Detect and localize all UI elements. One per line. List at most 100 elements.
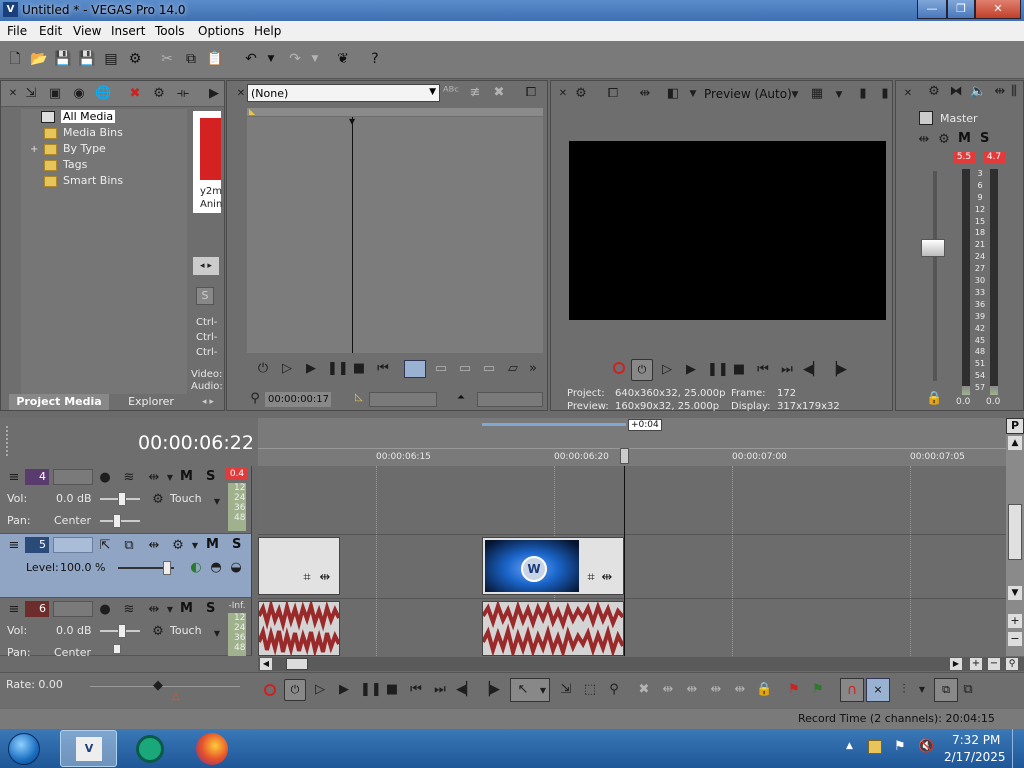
abc-icon[interactable]: ᴬᴮᶜ	[443, 85, 459, 101]
rate-handle-icon[interactable]: ◆	[150, 678, 166, 694]
vol-slider-handle[interactable]	[118, 624, 126, 638]
loop-icon[interactable]: ⏻	[631, 359, 653, 381]
fx-icon[interactable]: ⇹	[146, 470, 162, 486]
layout-icon[interactable]: ⫼	[1006, 84, 1022, 100]
fx-icon[interactable]: ⇹	[146, 602, 162, 618]
h-zoom-in-icon[interactable]: +	[970, 658, 982, 670]
pause-icon[interactable]: ❚❚	[707, 362, 729, 378]
master-fader-handle[interactable]	[921, 239, 945, 257]
clock-time[interactable]: 7:32 PM	[952, 733, 1000, 747]
tab-explorer[interactable]: Explorer	[111, 394, 191, 410]
zoom-icon[interactable]: ⏶	[457, 392, 465, 403]
level-slider-handle[interactable]	[163, 561, 171, 575]
import-media-icon[interactable]: ⇲	[23, 86, 39, 102]
tree-item-by-type[interactable]: By Type	[63, 142, 106, 155]
track-5-mute[interactable]: M	[206, 537, 219, 552]
tray-expand-icon[interactable]: ▲	[846, 741, 853, 751]
taskbar-vegas[interactable]: V	[60, 730, 117, 767]
lock-icon[interactable]: 🔒	[926, 391, 942, 407]
trimmer-view[interactable]: ▼	[247, 117, 543, 353]
marker-icon[interactable]: ⚑	[786, 682, 802, 698]
downmix-icon[interactable]: ⧓	[948, 84, 964, 100]
menu-help[interactable]: Help	[254, 24, 281, 38]
cut-icon[interactable]: ✂	[158, 50, 176, 68]
audio-clip[interactable]	[482, 601, 624, 656]
track-5-header[interactable]: ≡ 5 ⇱ ⧉ ⇹ ⚙ ▼ M S Level: 100.0 % ◐ ◓ ◒	[0, 534, 252, 598]
preview-properties-icon[interactable]: ⚙	[573, 86, 589, 102]
copy-icon[interactable]: ⧉	[182, 50, 200, 68]
pan-slider-handle[interactable]	[113, 644, 121, 654]
arm-record-icon[interactable]: ●	[97, 602, 113, 618]
properties-icon[interactable]: ⟛	[175, 86, 191, 102]
remove-icon[interactable]: ✖	[127, 86, 143, 102]
stop-icon[interactable]: ■	[384, 682, 400, 698]
track-5-solo[interactable]: S	[232, 537, 241, 552]
region-icon[interactable]: ⚑	[810, 682, 826, 698]
touch-mode[interactable]: Touch	[170, 624, 202, 637]
dim-icon[interactable]: 🔈	[970, 84, 986, 100]
taskbar-app-icon[interactable]	[136, 735, 164, 763]
zoom-tool-icon[interactable]: ⚲	[1006, 658, 1018, 670]
duration-field[interactable]	[477, 392, 543, 407]
video-fx-icon[interactable]: ◧	[665, 86, 681, 102]
play-from-start-icon[interactable]: ▷	[659, 362, 675, 378]
track-4-mute[interactable]: M	[180, 469, 193, 484]
tree-item-smart-bins[interactable]: Smart Bins	[63, 174, 123, 187]
split-icon[interactable]: ⇹	[732, 682, 748, 698]
envelope-icon[interactable]: ≋	[121, 602, 137, 618]
track-6-mute[interactable]: M	[180, 601, 193, 616]
h-zoom-out-icon[interactable]: −	[988, 658, 1000, 670]
go-to-end-icon[interactable]: ⏭	[432, 682, 448, 698]
zoom-out-icon[interactable]: −	[1008, 632, 1022, 646]
clock-date[interactable]: 2/17/2025	[944, 750, 1006, 764]
tree-item-all-media[interactable]: All Media	[61, 110, 116, 123]
ignore-grouping-icon[interactable]: ⧉	[960, 682, 976, 698]
chevron-down-icon[interactable]: ▼	[162, 470, 178, 486]
menu-options[interactable]: Options	[198, 24, 244, 38]
save-icon[interactable]: 💾	[54, 50, 72, 68]
pan-slider-handle[interactable]	[113, 514, 121, 528]
chevron-down-icon[interactable]: ▼	[831, 87, 847, 103]
loop-icon[interactable]: ⏻	[255, 361, 271, 377]
markers-flag-icon[interactable]: P	[1006, 418, 1024, 434]
next-frame-icon[interactable]: ⏭	[779, 362, 795, 378]
chevron-down-icon[interactable]: ▼	[914, 682, 930, 698]
go-to-start-icon[interactable]: ⏮	[375, 361, 391, 377]
touch-mode[interactable]: Touch	[170, 492, 202, 505]
crop-icon[interactable]: ⌗	[299, 570, 315, 586]
capture-icon[interactable]: ▣	[47, 86, 63, 102]
menu-tools[interactable]: Tools	[155, 24, 185, 38]
timeline-horizontal-scrollbar[interactable]: ◀ ▶ + − ⚲	[258, 657, 1024, 671]
lock-icon[interactable]: 🔒	[756, 682, 772, 698]
media-fx-icon[interactable]: ⚙	[151, 86, 167, 102]
chevron-down-icon[interactable]: ▼	[209, 494, 225, 510]
minimize-button[interactable]: —	[917, 0, 947, 19]
stop-icon[interactable]: ■	[731, 362, 747, 378]
zoom-in-icon[interactable]: +	[1008, 614, 1022, 628]
automation-icon[interactable]: ⚙	[150, 492, 166, 508]
record-icon[interactable]	[264, 684, 276, 696]
properties-icon[interactable]: ⚙	[126, 50, 144, 68]
firefox-icon[interactable]	[196, 733, 228, 765]
scroll-up-icon[interactable]: ▲	[1008, 436, 1022, 450]
track-4-header[interactable]: ≡ 4 ● ≋ ⇹ ▼ M S Vol: 0.0 dB ⚙ Touch ▼ Pa…	[0, 466, 252, 534]
selection-length-field[interactable]	[369, 392, 437, 407]
save-as-icon[interactable]: 💾	[78, 50, 96, 68]
collapse-icon[interactable]: ≡	[6, 602, 22, 618]
remove-icon[interactable]: ✖	[491, 85, 507, 101]
pan-crop-icon[interactable]: ⇱	[97, 538, 113, 554]
event-fx-icon[interactable]: ⇹	[599, 570, 615, 586]
copy-snapshot-icon[interactable]: ▮	[855, 86, 871, 102]
thumb-scroll-arrows[interactable]: ◂ ▸	[193, 257, 219, 275]
envelope-tool-icon[interactable]: ⇲	[558, 682, 574, 698]
parent-icon[interactable]: ◓	[208, 560, 224, 576]
playhead-handle[interactable]	[620, 448, 629, 464]
track-name-field[interactable]	[53, 469, 93, 485]
crop-icon[interactable]: ⌗	[583, 570, 599, 586]
chevron-down-icon[interactable]: ▼	[209, 626, 225, 642]
prev-marker-icon[interactable]: ◀▏	[803, 362, 823, 378]
start-button[interactable]	[8, 733, 40, 765]
master-solo-button[interactable]: S	[980, 131, 989, 146]
open-icon[interactable]: 📂	[30, 50, 48, 68]
envelope-icon[interactable]: ≋	[121, 470, 137, 486]
